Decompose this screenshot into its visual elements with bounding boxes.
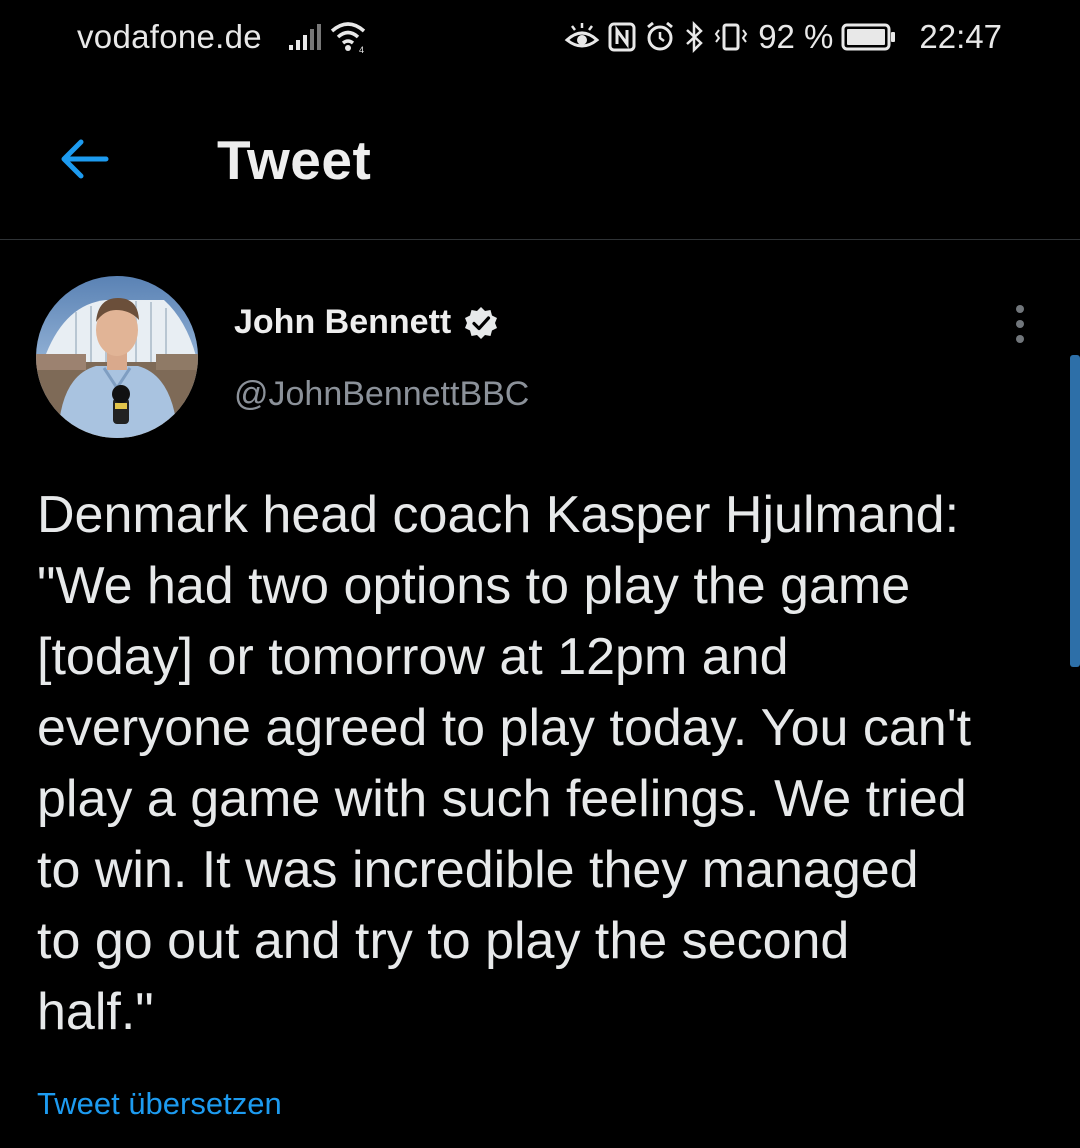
author-name[interactable]: John Bennett (234, 303, 499, 342)
more-options-button[interactable] (1008, 304, 1032, 344)
arrow-left-icon (61, 139, 109, 179)
svg-text:4: 4 (359, 45, 364, 54)
author-name-label: John Bennett (234, 303, 452, 341)
carrier-label: vodafone.de (77, 18, 262, 55)
vibrate-icon (714, 23, 748, 51)
status-icons: 92 % 22:47 (564, 18, 1002, 56)
tweet-detail-screen: vodafone.de 4 92 % 22:47 Tweet John Benn… (0, 0, 1080, 1148)
author-avatar[interactable] (36, 276, 198, 438)
author-handle[interactable]: @JohnBennettBBC (234, 375, 529, 414)
clock: 22:47 (919, 18, 1002, 55)
signal-icon (289, 24, 321, 50)
bluetooth-icon (686, 21, 703, 53)
more-vertical-icon (1016, 305, 1024, 343)
scrollbar[interactable] (1070, 355, 1080, 667)
tweet-text: Denmark head coach Kasper Hjulmand: "We … (37, 486, 972, 1041)
battery-percent: 92 % (758, 18, 834, 55)
eye-comfort-icon (564, 23, 600, 48)
nfc-icon (608, 22, 636, 52)
status-bar: vodafone.de 4 92 % 22:47 (0, 0, 1080, 76)
alarm-icon (647, 21, 674, 51)
wifi-icon: 4 (330, 22, 366, 54)
app-header: Tweet (0, 76, 1080, 240)
page-title: Tweet (217, 129, 372, 191)
translate-tweet-link[interactable]: Tweet übersetzen (37, 1086, 282, 1122)
battery-icon (841, 23, 896, 51)
back-button[interactable] (54, 134, 114, 184)
avatar-photo (36, 276, 198, 438)
verified-badge-icon (465, 306, 498, 339)
